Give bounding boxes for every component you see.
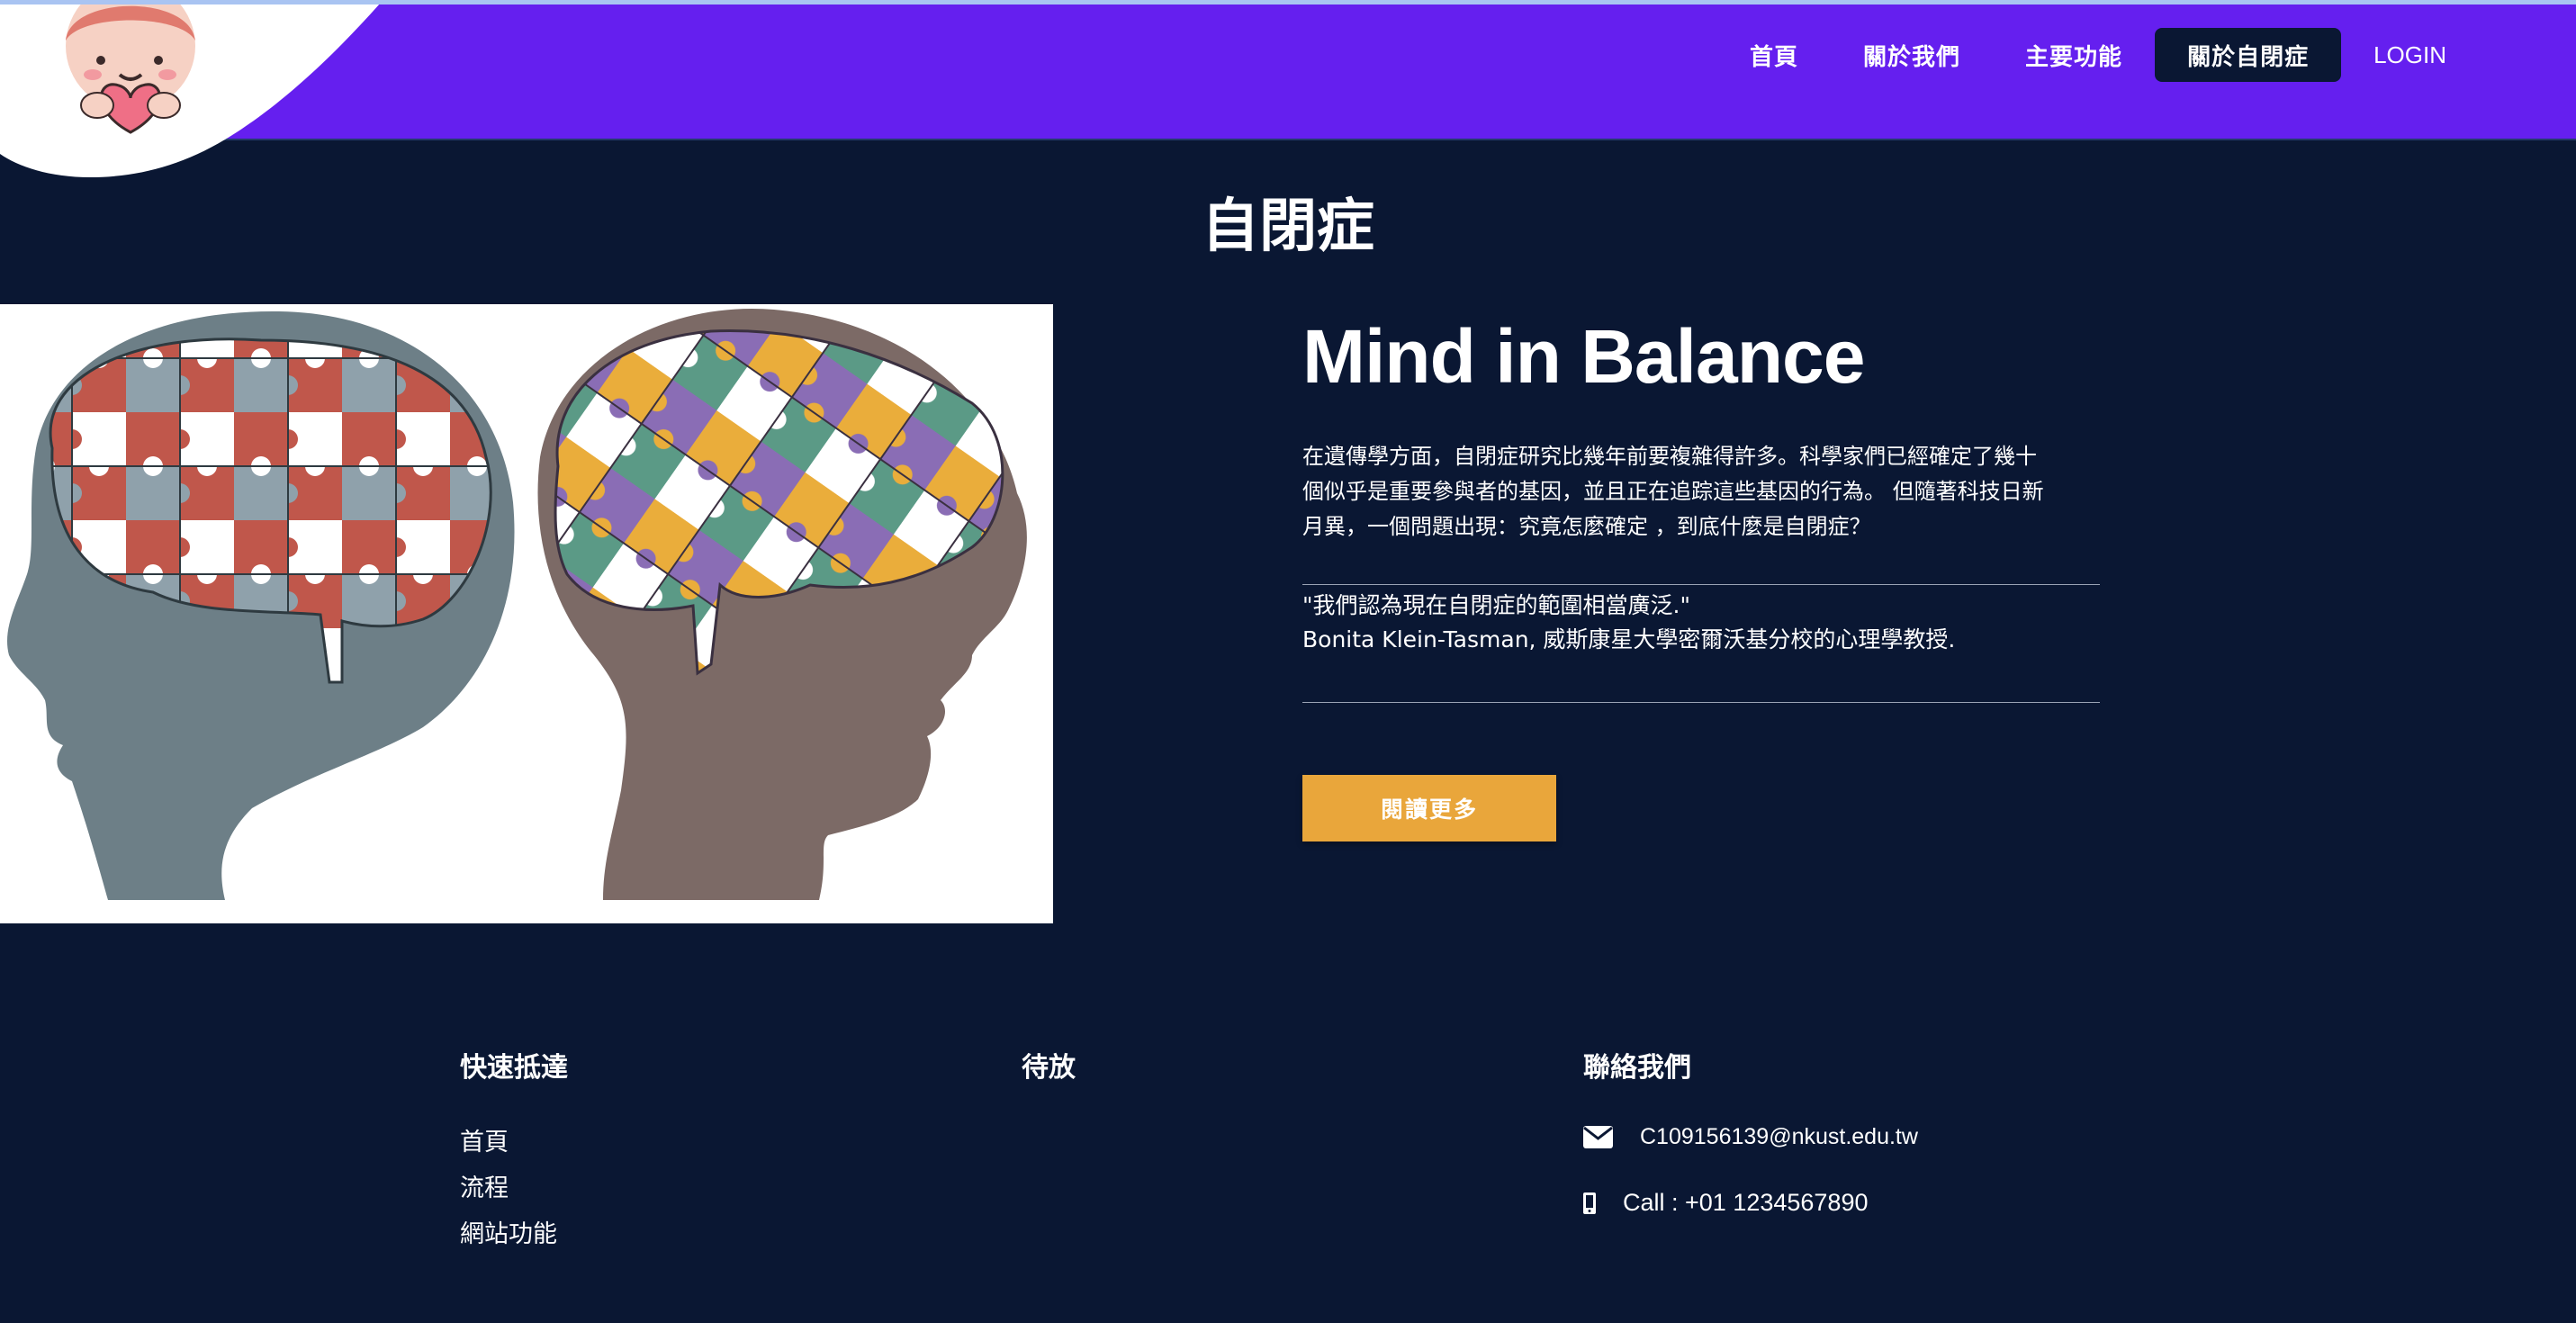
puzzle-brain-heads-illustration bbox=[0, 304, 1053, 923]
contact-phone: Call : +01 1234567890 bbox=[1623, 1189, 1869, 1216]
footer-heading-contact: 聯絡我們 bbox=[1583, 1052, 1691, 1084]
paragraph-line: 月異，一個問題出現：究竟怎麼確定 ，到底什麼是自閉症？ bbox=[1302, 514, 1871, 539]
nav-home[interactable]: 首頁 bbox=[1717, 28, 1831, 82]
paragraph-line: 在遺傳學方面，自閉症研究比幾年前要複雜得許多。科學家們已經確定了幾十 bbox=[1302, 444, 2037, 469]
contact-phone-row: Call : +01 1234567890 bbox=[1583, 1189, 1918, 1217]
article-section: Mind in Balance 在遺傳學方面，自閉症研究比幾年前要複雜得許多。科… bbox=[1302, 304, 2100, 842]
quote-text: "我們認為現在自閉症的範圍相當廣泛." bbox=[1302, 592, 1690, 618]
read-more-button[interactable]: 閱讀更多 bbox=[1302, 775, 1556, 842]
footer-heading-pending: 待放 bbox=[1022, 1052, 1076, 1084]
main-nav: 首頁 關於我們 主要功能 關於自閉症 LOGIN bbox=[1717, 28, 2479, 82]
heart-mascot-icon bbox=[66, 4, 195, 134]
nav-about-autism[interactable]: 關於自閉症 bbox=[2155, 28, 2342, 82]
paragraph-line: 個似乎是重要參與者的基因，並且正在追踪這些基因的行為。 但隨著科技日新 bbox=[1302, 479, 2044, 504]
quote-author: Bonita Klein-Tasman, 威斯康星大學密爾沃基分校的心理學教授. bbox=[1302, 626, 1956, 652]
nav-about-us[interactable]: 關於我們 bbox=[1831, 28, 1993, 82]
footer-contact: 聯絡我們 C109156139@nkust.edu.tw Call : +01 … bbox=[1583, 1046, 1918, 1217]
login-link[interactable]: LOGIN bbox=[2341, 28, 2479, 82]
footer-link-home[interactable]: 首頁 bbox=[460, 1120, 568, 1166]
mobile-phone-icon bbox=[1583, 1192, 1596, 1214]
footer-link-features[interactable]: 網站功能 bbox=[460, 1211, 568, 1257]
headline: Mind in Balance bbox=[1302, 314, 1865, 399]
footer-heading-quick-links: 快速抵達 bbox=[460, 1052, 568, 1084]
intro-paragraph: 在遺傳學方面，自閉症研究比幾年前要複雜得許多。科學家們已經確定了幾十 個似乎是重… bbox=[1302, 439, 2100, 544]
envelope-icon bbox=[1583, 1126, 1613, 1148]
nav-main-features[interactable]: 主要功能 bbox=[1993, 28, 2155, 82]
page-title: 自閉症 bbox=[1202, 194, 1374, 260]
contact-email[interactable]: C109156139@nkust.edu.tw bbox=[1640, 1124, 1918, 1150]
footer-pending: 待放 bbox=[1022, 1046, 1076, 1091]
quote-block: "我們認為現在自閉症的範圍相當廣泛." Bonita Klein-Tasman,… bbox=[1302, 584, 2100, 703]
footer-quick-links: 快速抵達 首頁 流程 網站功能 bbox=[460, 1046, 568, 1257]
site-logo[interactable] bbox=[0, 4, 396, 180]
contact-email-row: C109156139@nkust.edu.tw bbox=[1583, 1124, 1918, 1150]
footer-link-process[interactable]: 流程 bbox=[460, 1166, 568, 1211]
site-header: 首頁 關於我們 主要功能 關於自閉症 LOGIN bbox=[0, 4, 2576, 177]
